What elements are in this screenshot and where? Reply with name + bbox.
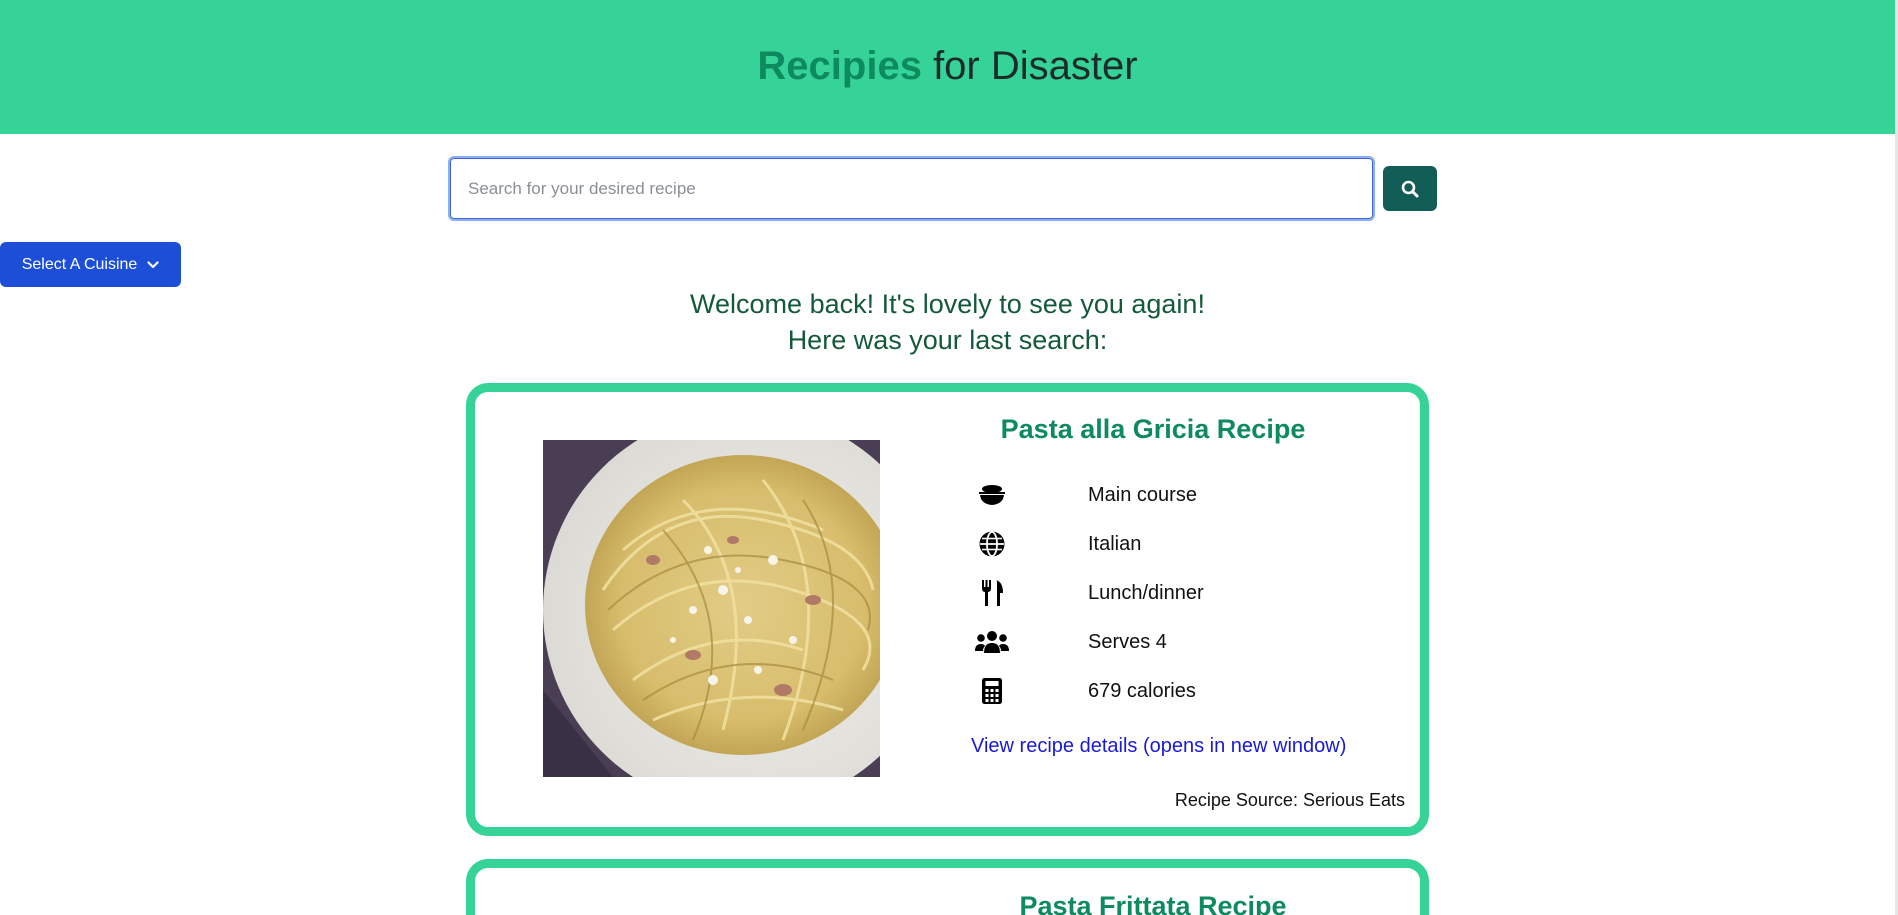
- recipe-title: Pasta Frittata Recipe: [1019, 891, 1287, 915]
- recipe-card: Pasta alla Gricia Recipe Main course Ita…: [466, 383, 1429, 836]
- users-icon: [975, 626, 1009, 658]
- recipe-source: Recipe Source: Serious Eats: [1174, 790, 1405, 810]
- site-header: Recipies for Disaster: [0, 0, 1895, 134]
- cuisine-label: Italian: [1088, 532, 1142, 555]
- utensils-icon: [975, 577, 1009, 609]
- bowl-icon: [975, 479, 1009, 511]
- welcome-line: Welcome back! It's lovely to see you aga…: [690, 289, 1205, 319]
- calories-label: 679 calories: [1088, 679, 1196, 702]
- servings-row: Serves 4: [975, 624, 1167, 660]
- recipe-image: [543, 440, 880, 777]
- dish-type-row: Main course: [975, 477, 1197, 513]
- last-search-line: Here was your last search:: [787, 325, 1108, 355]
- calories-row: 679 calories: [975, 673, 1196, 709]
- search-button[interactable]: [1383, 166, 1437, 211]
- search-icon: [1401, 180, 1419, 197]
- chevron-down-icon: [147, 260, 159, 268]
- view-recipe-details-link[interactable]: View recipe details (opens in new window…: [971, 735, 1346, 758]
- servings-label: Serves 4: [1088, 630, 1167, 653]
- globe-icon: [975, 528, 1009, 560]
- site-title: Recipies for Disaster: [757, 44, 1137, 89]
- meal-type-row: Lunch/dinner: [975, 575, 1204, 611]
- meal-type-label: Lunch/dinner: [1088, 581, 1204, 604]
- recipe-title: Pasta alla Gricia Recipe: [1000, 414, 1306, 444]
- site-title-rest: for Disaster: [921, 43, 1138, 88]
- select-cuisine-dropdown[interactable]: Select A Cuisine: [0, 242, 181, 287]
- welcome-message: Welcome back! It's lovely to see you aga…: [0, 286, 1895, 358]
- search-input[interactable]: [448, 156, 1375, 221]
- site-title-brand: Recipies: [757, 43, 922, 88]
- calculator-icon: [975, 675, 1009, 707]
- recipe-card: Pasta Frittata Recipe: [466, 859, 1429, 915]
- select-cuisine-label: Select A Cuisine: [21, 255, 138, 273]
- cuisine-row: Italian: [975, 526, 1141, 562]
- dish-type-label: Main course: [1088, 483, 1197, 506]
